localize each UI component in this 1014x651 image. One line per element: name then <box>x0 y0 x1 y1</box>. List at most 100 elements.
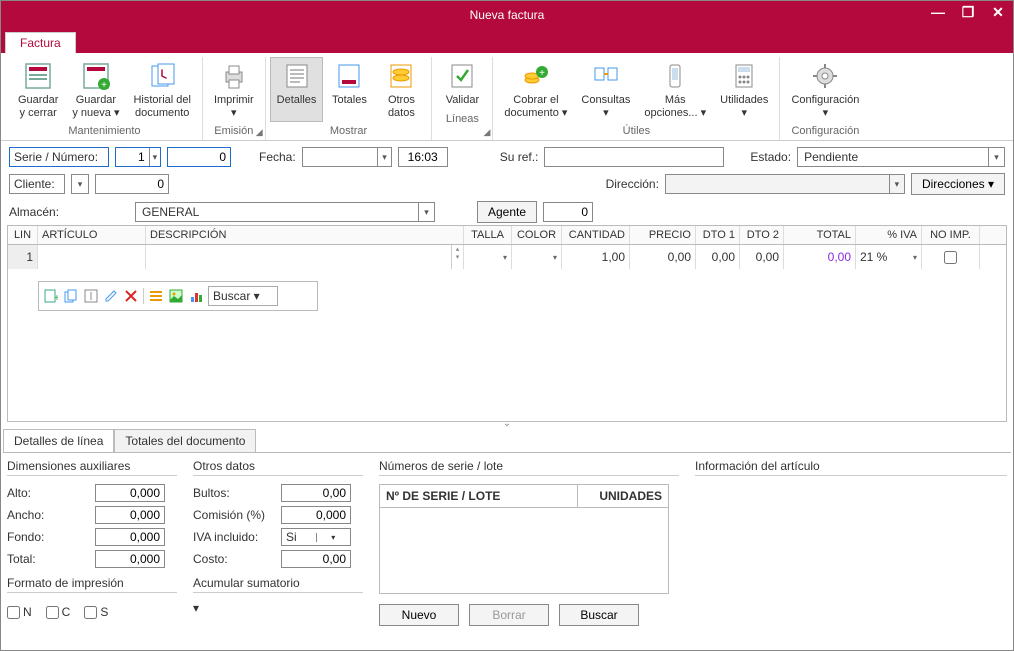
config-button[interactable]: Configuración ▾ <box>784 57 866 122</box>
grid-header: LIN ARTÍCULO DESCRIPCIÓN TALLA COLOR CAN… <box>8 226 1006 245</box>
svg-text:+: + <box>539 68 545 79</box>
svg-text:+: + <box>101 80 107 90</box>
fmt-title: Formato de impresión <box>7 576 177 593</box>
coins-icon: + <box>520 60 552 92</box>
group-lineas: Validar Líneas ◢ <box>432 57 493 140</box>
validate-icon <box>446 60 478 92</box>
suref-label: Su ref.: <box>500 150 539 164</box>
window-title: Nueva factura <box>470 8 545 22</box>
estado-select[interactable]: Pendiente▾ <box>797 147 1005 167</box>
calculator-icon <box>728 60 760 92</box>
duplicate-line-icon[interactable] <box>83 288 99 304</box>
lineas-dialog-launcher[interactable]: ◢ <box>483 127 490 138</box>
direcciones-button[interactable]: Direcciones ▾ <box>911 173 1005 195</box>
chk-s[interactable]: S <box>84 605 108 619</box>
almacen-label: Almacén: <box>9 205 73 219</box>
nuevo-button[interactable]: Nuevo <box>379 604 459 626</box>
fondo-input[interactable] <box>95 528 165 546</box>
direccion-select[interactable]: ▾ <box>665 174 905 194</box>
printer-icon <box>218 60 250 92</box>
serial-grid: Nº DE SERIE / LOTE UNIDADES <box>379 484 669 594</box>
line-search-dropdown[interactable]: Buscar ▾ <box>208 286 278 306</box>
save-new-button[interactable]: + Guardar y nueva ▾ <box>65 57 126 122</box>
phone-icon <box>659 60 691 92</box>
group-config: Configuración ▾ Configuración <box>780 57 870 140</box>
comision-input[interactable] <box>281 506 351 524</box>
other-data-icon <box>385 60 417 92</box>
estado-label: Estado: <box>750 150 791 164</box>
otros-title: Otros datos <box>193 459 363 476</box>
tab-line-details[interactable]: Detalles de línea <box>3 429 114 452</box>
svg-text:+: + <box>54 293 58 303</box>
queries-button[interactable]: Consultas ▾ <box>574 57 637 122</box>
alto-input[interactable] <box>95 484 165 502</box>
other-data-button[interactable]: Otros datos <box>375 57 427 122</box>
fecha-input[interactable]: ▾ <box>302 147 392 167</box>
grid-row-1[interactable]: 1 ▴▾ ▾ ▾ 1,00 0,00 0,00 0,00 0,00 21 %▾ <box>8 245 1006 269</box>
delete-line-icon[interactable] <box>123 288 139 304</box>
history-icon <box>146 60 178 92</box>
totals-icon <box>333 60 365 92</box>
edit-line-icon[interactable] <box>103 288 119 304</box>
ancho-input[interactable] <box>95 506 165 524</box>
agente-input[interactable] <box>543 202 593 222</box>
details-icon <box>281 60 313 92</box>
save-close-button[interactable]: Guardar y cerrar <box>11 57 65 122</box>
minimize-icon[interactable]: — <box>929 4 947 21</box>
ribbon: Guardar y cerrar + Guardar y nueva ▾ His… <box>1 53 1013 141</box>
group-mostrar: Detalles Totales Otros datos Mostrar <box>266 57 433 140</box>
list-icon[interactable] <box>148 288 164 304</box>
validate-button[interactable]: Validar <box>436 57 488 110</box>
group-emision: Imprimir ▾ Emisión ◢ <box>203 57 266 140</box>
borrar-button[interactable]: Borrar <box>469 604 549 626</box>
hora-input[interactable] <box>398 147 448 167</box>
history-button[interactable]: Historial del documento <box>126 57 197 122</box>
serie-select[interactable]: ▾ <box>115 147 161 167</box>
chk-n[interactable]: N <box>7 605 32 619</box>
queries-icon <box>590 60 622 92</box>
cliente-lookup[interactable]: ▾ <box>71 174 89 194</box>
info-title: Información del artículo <box>695 459 1007 476</box>
suref-input[interactable] <box>544 147 724 167</box>
tab-factura[interactable]: Factura <box>5 32 76 53</box>
print-button[interactable]: Imprimir ▾ <box>207 57 261 122</box>
copy-line-icon[interactable] <box>63 288 79 304</box>
line-toolbar: + Buscar ▾ <box>38 281 318 311</box>
close-icon[interactable]: ✕ <box>989 4 1007 21</box>
save-new-icon: + <box>80 60 112 92</box>
costo-input[interactable] <box>281 550 351 568</box>
group-mantenimiento: Guardar y cerrar + Guardar y nueva ▾ His… <box>7 57 203 140</box>
buscar-button[interactable]: Buscar <box>559 604 639 626</box>
cliente-label-box[interactable]: Cliente: <box>9 174 65 194</box>
dim-title: Dimensiones auxiliares <box>7 459 177 476</box>
cliente-code-input[interactable] <box>95 174 169 194</box>
save-close-icon <box>22 60 54 92</box>
direccion-label: Dirección: <box>606 177 659 191</box>
image-icon[interactable] <box>168 288 184 304</box>
utilities-button[interactable]: Utilidades ▾ <box>713 57 775 122</box>
serie-title: Números de serie / lote <box>379 459 679 476</box>
agente-button[interactable]: Agente <box>477 201 537 223</box>
serie-label-box: Serie / Número: <box>9 147 109 167</box>
maximize-icon[interactable]: ❐ <box>959 4 977 21</box>
details-button[interactable]: Detalles <box>270 57 324 122</box>
new-line-icon[interactable]: + <box>43 288 59 304</box>
more-options-button[interactable]: Más opciones... ▾ <box>637 57 713 122</box>
noimp-checkbox <box>944 251 957 264</box>
acum-select[interactable]: ▾ <box>193 601 343 621</box>
bottom-tabs: Detalles de línea Totales del documento <box>3 429 1011 453</box>
almacen-select[interactable]: GENERAL▾ <box>135 202 435 222</box>
chart-icon[interactable] <box>188 288 204 304</box>
numero-input[interactable] <box>167 147 231 167</box>
totals-button[interactable]: Totales <box>323 57 375 122</box>
charge-doc-button[interactable]: + Cobrar el documento ▾ <box>497 57 574 122</box>
total-dim-input[interactable] <box>95 550 165 568</box>
ivainc-select[interactable]: Si▾ <box>281 528 351 546</box>
tab-doc-totals[interactable]: Totales del documento <box>114 429 256 452</box>
group-utiles: + Cobrar el documento ▾ Consultas ▾ Más … <box>493 57 780 140</box>
bultos-input[interactable] <box>281 484 351 502</box>
chk-c[interactable]: C <box>46 605 71 619</box>
fecha-label: Fecha: <box>259 150 296 164</box>
gear-icon <box>809 60 841 92</box>
emision-dialog-launcher[interactable]: ◢ <box>256 127 263 138</box>
